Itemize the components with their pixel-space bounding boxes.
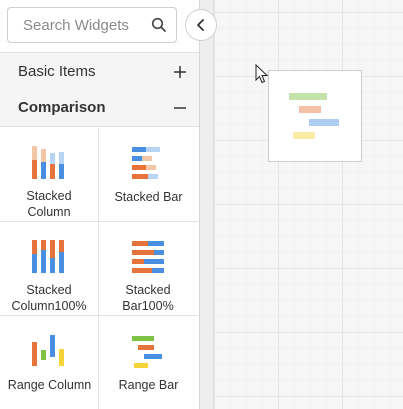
widget-label: Stacked Column [26, 189, 72, 219]
plus-icon[interactable] [173, 65, 187, 79]
section-label: Basic Items [18, 63, 96, 80]
stacked-bar100-icon [132, 241, 164, 273]
chevron-left-icon [197, 19, 204, 31]
widget-label: Range Column [7, 378, 92, 392]
section-basic-items[interactable]: Basic Items [0, 52, 199, 90]
widget-range-column[interactable]: Range Column [0, 316, 99, 409]
range-bar-icon [289, 93, 339, 139]
widget-grid: Stacked Column Stacked Bar Stacked Colum… [0, 128, 199, 409]
section-label: Comparison [18, 99, 106, 116]
widget-label: Stacked Bar100% [122, 283, 174, 313]
design-canvas[interactable] [200, 0, 403, 409]
canvas-ruler [200, 0, 214, 409]
stacked-column-icon [32, 146, 64, 179]
dragged-widget-preview[interactable] [268, 70, 362, 162]
widget-label: Stacked Column100% [11, 283, 87, 313]
range-column-icon [32, 335, 64, 366]
collapse-panel-button[interactable] [185, 9, 217, 41]
search-box[interactable] [7, 7, 177, 43]
search-icon[interactable] [151, 17, 167, 33]
stacked-bar-icon [132, 147, 160, 179]
widget-panel: Basic Items Comparison Stacked Column [0, 0, 200, 409]
minus-icon[interactable] [173, 101, 187, 115]
widget-stacked-column[interactable]: Stacked Column [0, 128, 99, 222]
mouse-cursor-icon [255, 64, 269, 84]
widget-stacked-bar[interactable]: Stacked Bar [99, 128, 198, 222]
widget-stacked-column100[interactable]: Stacked Column100% [0, 222, 99, 316]
range-bar-icon [132, 336, 162, 368]
section-comparison[interactable]: Comparison [0, 89, 199, 127]
stacked-column100-icon [32, 240, 64, 273]
widget-range-bar[interactable]: Range Bar [99, 316, 198, 409]
widget-label: Range Bar [118, 378, 179, 392]
search-input[interactable] [8, 8, 148, 42]
widget-label: Stacked Bar [114, 190, 183, 204]
widget-stacked-bar100[interactable]: Stacked Bar100% [99, 222, 198, 316]
